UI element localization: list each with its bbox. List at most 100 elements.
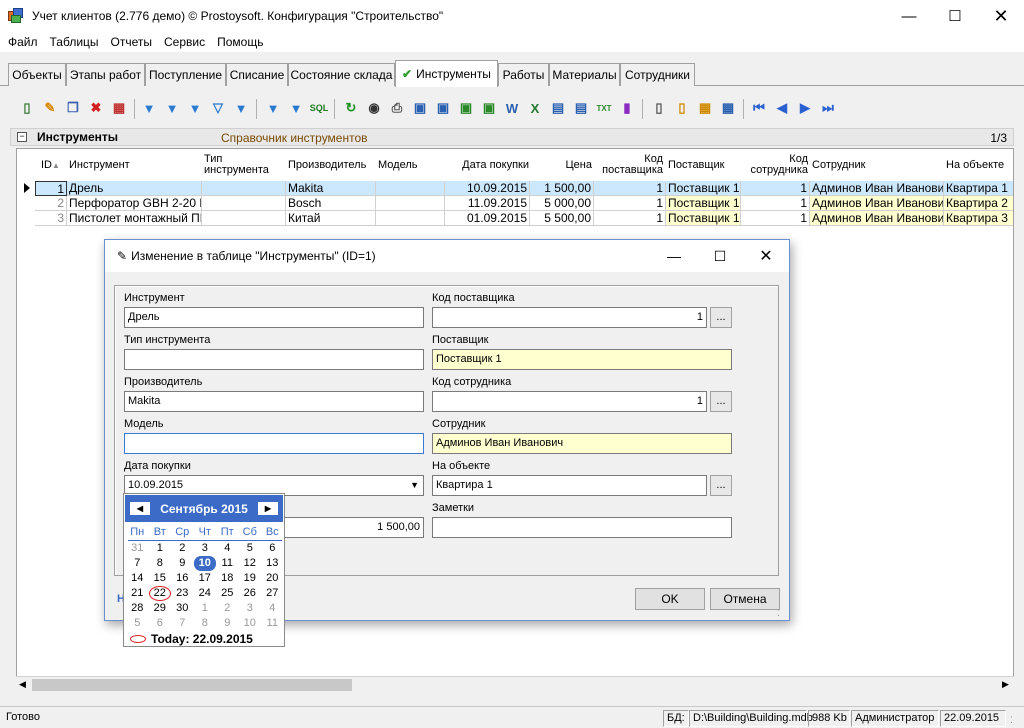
calendar-day[interactable]: 2 xyxy=(216,601,239,616)
cell-model[interactable] xyxy=(376,211,445,226)
dialog-maximize-button[interactable]: ☐ xyxy=(697,240,743,272)
calendar-day[interactable]: 20 xyxy=(261,571,284,586)
next-record-icon[interactable]: ▶ xyxy=(796,99,814,117)
binoculars-icon[interactable]: ◉ xyxy=(365,99,383,117)
tab-works[interactable]: Работы xyxy=(498,63,549,86)
cell-employee[interactable]: Админов Иван Иванович xyxy=(810,181,944,196)
column-header-type[interactable]: Тип инструмента xyxy=(204,149,284,181)
menu-file[interactable]: Файл xyxy=(0,35,44,49)
calendar-day[interactable]: 26 xyxy=(239,586,262,601)
column-header-model[interactable]: Модель xyxy=(378,149,438,181)
calendar-day[interactable]: 10 xyxy=(239,616,262,631)
calendar-day[interactable]: 13 xyxy=(261,556,284,571)
cell-type[interactable] xyxy=(202,211,286,226)
table-row[interactable]: 2 Перфоратор GBH 2-20 D Bosch 11.09.2015… xyxy=(17,196,1013,211)
add-record-icon[interactable]: ▯ xyxy=(18,99,36,117)
employee-field[interactable]: Админов Иван Иванович xyxy=(432,433,732,454)
empcode-field[interactable]: 1 xyxy=(432,391,707,412)
grid-view-icon[interactable]: ▦ xyxy=(719,99,737,117)
tab-materials[interactable]: Материалы xyxy=(549,63,620,86)
calendar-day[interactable]: 6 xyxy=(149,616,172,631)
cancel-button[interactable]: Отмена xyxy=(710,588,780,610)
calendar-today-link[interactable]: Today: 22.09.2015 xyxy=(130,632,253,646)
maximize-button[interactable]: ☐ xyxy=(932,0,978,32)
resize-grip-icon[interactable]: ⁚ xyxy=(777,608,780,619)
menu-reports[interactable]: Отчеты xyxy=(105,35,158,49)
supcode-field[interactable]: 1 xyxy=(432,307,707,328)
menu-service[interactable]: Сервис xyxy=(158,35,211,49)
cell-id[interactable]: 2 xyxy=(35,196,67,211)
cell-site[interactable]: Квартира 1 xyxy=(944,181,1013,196)
column-header-price[interactable]: Цена xyxy=(532,149,592,181)
calendar-day[interactable]: 24 xyxy=(194,586,217,601)
excel-icon[interactable]: X xyxy=(526,99,544,117)
text-export-icon[interactable]: TXT xyxy=(595,99,613,117)
copy-record-icon[interactable]: ❐ xyxy=(64,99,82,117)
calendar-day[interactable]: 7 xyxy=(126,556,149,571)
cell-empcode[interactable]: 1 xyxy=(741,196,810,211)
tab-employees[interactable]: Сотрудники xyxy=(620,63,695,86)
site-lookup-button[interactable]: ... xyxy=(710,475,732,496)
scroll-thumb[interactable] xyxy=(32,679,352,691)
cell-maker[interactable]: Makita xyxy=(286,181,376,196)
word-icon[interactable]: W xyxy=(503,99,521,117)
calendar-day[interactable]: 3 xyxy=(194,541,217,556)
calendar-day[interactable]: 8 xyxy=(149,556,172,571)
cell-date[interactable]: 10.09.2015 xyxy=(445,181,530,196)
column-header-tool[interactable]: Инструмент xyxy=(69,149,199,181)
columns-settings-icon[interactable]: ▯ xyxy=(673,99,691,117)
scroll-left-icon[interactable]: ◀ xyxy=(19,679,26,690)
cell-maker[interactable]: Китай xyxy=(286,211,376,226)
grid-settings-icon[interactable]: ▦ xyxy=(696,99,714,117)
calendar-day[interactable]: 4 xyxy=(216,541,239,556)
template-icon[interactable]: ▤ xyxy=(572,99,590,117)
export-icon[interactable]: ▣ xyxy=(434,99,452,117)
cell-supplier[interactable]: Поставщик 1 xyxy=(666,211,741,226)
cell-price[interactable]: 5 500,00 xyxy=(530,211,594,226)
table-row[interactable]: 3 Пистолет монтажный ПЦ- Китай 01.09.201… xyxy=(17,211,1013,226)
calendar-day[interactable]: 25 xyxy=(216,586,239,601)
filter-settings-icon[interactable]: ▼ xyxy=(232,99,250,117)
sql-icon[interactable]: SQL xyxy=(310,99,329,117)
last-record-icon[interactable]: ⏭ xyxy=(819,99,837,117)
cell-site[interactable]: Квартира 2 xyxy=(944,196,1013,211)
cell-date[interactable]: 11.09.2015 xyxy=(445,196,530,211)
tab-work-stages[interactable]: Этапы работ xyxy=(66,63,145,86)
cell-price[interactable]: 5 000,00 xyxy=(530,196,594,211)
refresh-icon[interactable]: ↻ xyxy=(342,99,360,117)
document-icon[interactable]: ▤ xyxy=(549,99,567,117)
calendar-day[interactable]: 27 xyxy=(261,586,284,601)
model-field[interactable] xyxy=(124,433,424,454)
supplier-field[interactable]: Поставщик 1 xyxy=(432,349,732,370)
cell-id[interactable]: 1 xyxy=(35,181,67,196)
cell-maker[interactable]: Bosch xyxy=(286,196,376,211)
calendar-day[interactable]: 5 xyxy=(239,541,262,556)
calendar-day[interactable]: 1 xyxy=(194,601,217,616)
cell-id[interactable]: 3 xyxy=(35,211,67,226)
column-header-maker[interactable]: Производитель xyxy=(288,149,374,181)
column-header-supcode[interactable]: Код поставщика xyxy=(595,149,663,181)
calendar-day[interactable]: 11 xyxy=(216,556,239,571)
table-row[interactable]: 1 Дрель Makita 10.09.2015 1 500,00 1 Пос… xyxy=(17,181,1013,196)
calendar-day-selected[interactable]: 10 xyxy=(193,556,216,571)
supplier-lookup-button[interactable]: ... xyxy=(710,307,732,328)
preview-icon[interactable]: ▣ xyxy=(411,99,429,117)
cell-empcode[interactable]: 1 xyxy=(741,211,810,226)
calendar-day[interactable]: 14 xyxy=(126,571,149,586)
scroll-right-icon[interactable]: ▶ xyxy=(1002,679,1009,690)
calendar-day[interactable]: 12 xyxy=(239,556,262,571)
calendar-day[interactable]: 1 xyxy=(149,541,172,556)
column-header-id[interactable]: ID ▲ xyxy=(41,149,67,181)
cell-date[interactable]: 01.09.2015 xyxy=(445,211,530,226)
cell-empcode[interactable]: 1 xyxy=(741,181,810,196)
tool-field[interactable]: Дрель xyxy=(124,307,424,328)
next-month-button[interactable]: ▶ xyxy=(258,502,278,515)
calendar-day[interactable]: 2 xyxy=(171,541,194,556)
horizontal-scrollbar[interactable]: ◀ ▶ xyxy=(16,676,1014,693)
prev-record-icon[interactable]: ◀ xyxy=(773,99,791,117)
type-field[interactable] xyxy=(124,349,424,370)
cell-tool[interactable]: Пистолет монтажный ПЦ- xyxy=(67,211,202,226)
collapse-icon[interactable]: − xyxy=(17,132,27,142)
cell-type[interactable] xyxy=(202,181,286,196)
calendar-day[interactable]: 16 xyxy=(171,571,194,586)
